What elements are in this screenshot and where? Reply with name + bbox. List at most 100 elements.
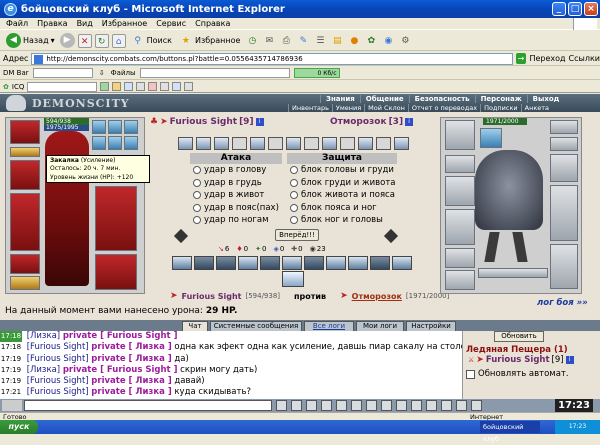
radio-icon[interactable]: [193, 191, 201, 199]
dm-url-box[interactable]: [140, 68, 290, 78]
back-button[interactable]: ◀ Назад ▾: [4, 33, 57, 48]
messenger-icon[interactable]: ●: [347, 34, 361, 48]
tab-chat[interactable]: Чат: [182, 321, 208, 331]
skill-icon[interactable]: [260, 256, 280, 270]
map-icon[interactable]: [456, 400, 467, 411]
stop-icon[interactable]: ✕: [78, 34, 92, 48]
friends-icon[interactable]: [441, 400, 452, 411]
effect-icon[interactable]: [250, 137, 265, 150]
menu-view[interactable]: Вид: [77, 19, 93, 28]
skill-icon[interactable]: [348, 256, 368, 270]
pencil-icon[interactable]: [291, 400, 302, 411]
dm-search-input[interactable]: [33, 68, 93, 78]
defense-option[interactable]: блок груди и живота: [287, 177, 397, 190]
enemy-earring-slot[interactable]: [550, 120, 578, 134]
refresh-icon[interactable]: ↻: [95, 34, 109, 48]
enemy-ring-slot[interactable]: [445, 270, 475, 290]
discuss-icon[interactable]: ☰: [313, 34, 327, 48]
radio-icon[interactable]: [290, 191, 298, 199]
chat-sender[interactable]: [Лизка]: [27, 365, 60, 375]
effect-icon[interactable]: [214, 137, 229, 150]
radio-icon[interactable]: [290, 166, 298, 174]
effect-icon[interactable]: [286, 137, 301, 150]
belt-slot[interactable]: [10, 254, 40, 274]
taskbar-ie-item[interactable]: бойцовский клуб: [480, 421, 540, 433]
armor-slot[interactable]: [10, 193, 40, 251]
tools-icon[interactable]: ⚙: [398, 34, 412, 48]
chat-private-target[interactable]: private [ Лизка ]: [91, 376, 171, 386]
sound-icon[interactable]: [351, 400, 362, 411]
buff-slot-3[interactable]: [124, 120, 138, 134]
icq-alert-icon[interactable]: [148, 82, 157, 91]
close-button[interactable]: ×: [584, 2, 598, 16]
clear-icon[interactable]: [321, 400, 332, 411]
enemy-boots-slot[interactable]: [550, 244, 578, 289]
favorites-button[interactable]: ★ Избранное: [177, 34, 242, 48]
tab-my-logs[interactable]: Мои логи: [356, 321, 404, 331]
address-input[interactable]: http://demonscity.combats.com/buttons.pl…: [31, 53, 512, 65]
skill-icon[interactable]: [326, 256, 346, 270]
icq-flower-icon[interactable]: ✿: [364, 34, 378, 48]
menu-edit[interactable]: Правка: [37, 19, 67, 28]
radio-icon[interactable]: [193, 204, 201, 212]
nav-skills[interactable]: Умения: [332, 104, 364, 112]
effect-icon[interactable]: [340, 137, 355, 150]
radio-icon[interactable]: [290, 179, 298, 187]
history-icon[interactable]: ◷: [245, 34, 259, 48]
chat-time[interactable]: 17:18: [0, 342, 22, 353]
icq-option-icon[interactable]: [136, 82, 145, 91]
mail-icon[interactable]: ✉: [262, 34, 276, 48]
right-info-icon[interactable]: i: [405, 118, 413, 126]
download-icon[interactable]: ⇩: [97, 68, 107, 78]
tab-system-messages[interactable]: Системные сообщения: [210, 321, 302, 331]
enemy-armor-slot[interactable]: [445, 209, 475, 245]
nav-subscriptions[interactable]: Подписки: [480, 104, 521, 112]
chat-time[interactable]: 17:21: [0, 387, 22, 398]
menu-tools[interactable]: Сервис: [156, 19, 186, 28]
nav-profile[interactable]: Анкета: [521, 104, 552, 112]
chat-private-target[interactable]: private [ Furious Sight ]: [63, 331, 178, 341]
radio-icon[interactable]: [290, 204, 298, 212]
nav-exit[interactable]: Выход: [527, 95, 565, 103]
chat-sender[interactable]: [Furious Sight]: [27, 387, 89, 397]
effect-icon[interactable]: [178, 137, 193, 150]
effect-icon[interactable]: [394, 137, 409, 150]
effect-icon[interactable]: [358, 137, 373, 150]
attack-go-button[interactable]: Вперёд!!!: [275, 229, 319, 241]
refresh-button[interactable]: Обновить: [494, 331, 544, 342]
home-icon[interactable]: ⌂: [112, 34, 126, 48]
smiles-icon[interactable]: [306, 400, 317, 411]
ring-slot[interactable]: [10, 276, 40, 290]
translit-icon[interactable]: [366, 400, 377, 411]
member-name[interactable]: Furious Sight: [486, 355, 550, 365]
radio-icon[interactable]: [193, 166, 201, 174]
enemy-amulet-slot[interactable]: [445, 155, 475, 173]
buff-slot-4[interactable]: [92, 136, 106, 150]
chat-time[interactable]: 17:18: [0, 331, 22, 342]
defense-option[interactable]: блок головы и груди: [287, 164, 397, 177]
attack-option[interactable]: удар в живот: [190, 189, 282, 202]
enemy-legs-slot[interactable]: [550, 185, 578, 241]
vs-left-name[interactable]: Furious Sight: [182, 292, 242, 301]
chat-input[interactable]: [24, 400, 272, 411]
color-icon[interactable]: [396, 400, 407, 411]
tab-settings[interactable]: Настройки: [406, 321, 456, 331]
auto-refresh-checkbox[interactable]: [466, 370, 475, 379]
boots-slot[interactable]: [95, 254, 137, 290]
defense-option[interactable]: блок ног и головы: [287, 214, 397, 227]
chat-sender[interactable]: [Furious Sight]: [27, 342, 89, 352]
enemy-helmet-slot[interactable]: [445, 120, 475, 150]
skill-icon[interactable]: [172, 256, 192, 270]
battle-log-link[interactable]: лог боя »»: [537, 298, 588, 308]
links-label[interactable]: Ссылки: [569, 54, 600, 63]
filter-icon[interactable]: [336, 400, 347, 411]
chat-time[interactable]: 17:19: [0, 376, 22, 387]
chat-sender[interactable]: [Furious Sight]: [27, 376, 89, 386]
enemy-belt-slot[interactable]: [445, 248, 475, 268]
options-icon[interactable]: [426, 400, 437, 411]
research-icon[interactable]: ◉: [381, 34, 395, 48]
chat-private-target[interactable]: private [ Лизка ]: [91, 354, 171, 364]
chat-private-target[interactable]: private [ Лизка ]: [91, 342, 171, 352]
menu-help[interactable]: Справка: [195, 19, 230, 28]
shield-slot[interactable]: [95, 186, 137, 251]
